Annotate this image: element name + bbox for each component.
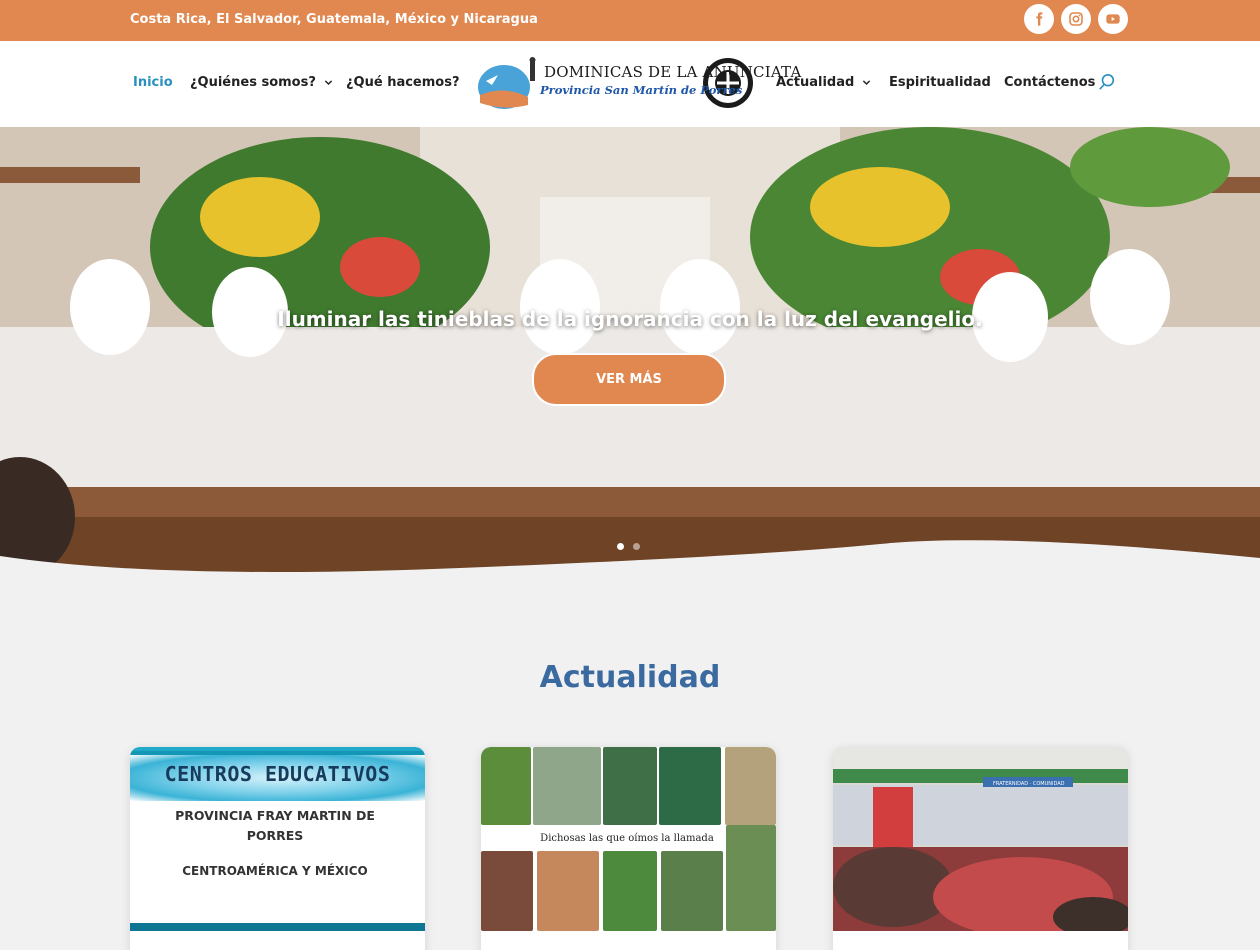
instagram-link[interactable] — [1061, 4, 1091, 34]
image-line-2: PORRES — [246, 828, 304, 843]
slider-dot-1[interactable] — [617, 543, 624, 550]
site-logo[interactable]: DOMINICAS DE LA ANUNCIATA Provincia San … — [476, 55, 801, 111]
collage-photo — [481, 851, 533, 931]
image-title: CENTROS EDUCATIVOS — [164, 762, 391, 786]
nav-label: Actualidad — [776, 75, 855, 90]
instagram-icon — [1069, 12, 1083, 26]
logo-title: DOMINICAS DE LA ANUNCIATA — [544, 63, 802, 81]
collage-photo — [537, 851, 599, 931]
logo-subtitle: Provincia San Martín de Porres — [540, 83, 743, 97]
hero-photo — [0, 127, 1260, 574]
nav-contactenos[interactable]: Contáctenos — [1004, 75, 1095, 90]
youtube-link[interactable] — [1098, 4, 1128, 34]
nav-label: ¿Quiénes somos? — [190, 75, 316, 90]
nav-label: Inicio — [133, 75, 173, 90]
site-header: Inicio ¿Quiénes somos? ¿Qué hacemos? DOM… — [0, 41, 1260, 127]
nav-label: ¿Qué hacemos? — [346, 75, 460, 90]
chevron-down-icon — [863, 80, 871, 86]
hero-wave-divider — [0, 540, 1260, 574]
collage-photo — [659, 747, 721, 825]
image-line-1: PROVINCIA FRAY MARTIN DE — [175, 808, 375, 823]
collage-photo — [661, 851, 723, 931]
countries-text: Costa Rica, El Salvador, Guatemala, Méxi… — [130, 12, 538, 27]
nav-inicio[interactable]: Inicio — [133, 75, 173, 90]
news-card-image: CENTROS EDUCATIVOS PROVINCIA FRAY MARTIN… — [130, 747, 425, 931]
chevron-down-icon — [324, 80, 333, 86]
nav-label: Contáctenos — [1004, 75, 1096, 90]
ver-mas-button[interactable]: VER MÁS — [532, 353, 726, 406]
nav-actualidad[interactable]: Actualidad — [776, 75, 871, 90]
hero-slider: Iluminar las tinieblas de la ignorancia … — [0, 127, 1260, 574]
nav-quienes-somos[interactable]: ¿Quiénes somos? — [190, 75, 333, 90]
slider-dot-2[interactable] — [633, 543, 640, 550]
news-card[interactable]: Dichosas las que oímos la llamada — [481, 747, 776, 950]
image-footer-band — [130, 923, 425, 931]
news-card-image: Dichosas las que oímos la llamada — [481, 747, 776, 931]
top-bar: Costa Rica, El Salvador, Guatemala, Méxi… — [0, 0, 1260, 41]
collage-photo — [481, 747, 531, 825]
section-title: Actualidad — [539, 660, 721, 695]
collage-photo — [533, 747, 601, 825]
facebook-link[interactable] — [1024, 4, 1054, 34]
nav-espiritualidad[interactable]: Espiritualidad — [889, 75, 991, 90]
collage-caption: Dichosas las que oímos la llamada — [540, 833, 714, 844]
search-icon[interactable] — [1098, 73, 1116, 91]
collage-photo — [725, 747, 776, 825]
image-line-3: CENTROAMÉRICA Y MÉXICO — [182, 864, 368, 878]
school-banner-text: FRATERNIDAD · COMUNIDAD — [993, 781, 1065, 787]
collage-photo — [726, 825, 776, 931]
nav-que-hacemos[interactable]: ¿Qué hacemos? — [346, 75, 460, 90]
facebook-icon — [1036, 12, 1043, 26]
news-card[interactable]: FRATERNIDAD · COMUNIDAD — [833, 747, 1128, 950]
collage-photo — [603, 851, 657, 931]
youtube-icon — [1106, 14, 1120, 24]
nav-label: Espiritualidad — [889, 75, 991, 90]
news-card-image: FRATERNIDAD · COMUNIDAD — [833, 747, 1128, 931]
news-card[interactable]: CENTROS EDUCATIVOS PROVINCIA FRAY MARTIN… — [130, 747, 425, 950]
hero-tagline: Iluminar las tinieblas de la ignorancia … — [277, 307, 983, 331]
collage-photo — [603, 747, 657, 825]
image-line: PROVINCIA FRAY MARTIN DE PORRES — [130, 806, 420, 846]
